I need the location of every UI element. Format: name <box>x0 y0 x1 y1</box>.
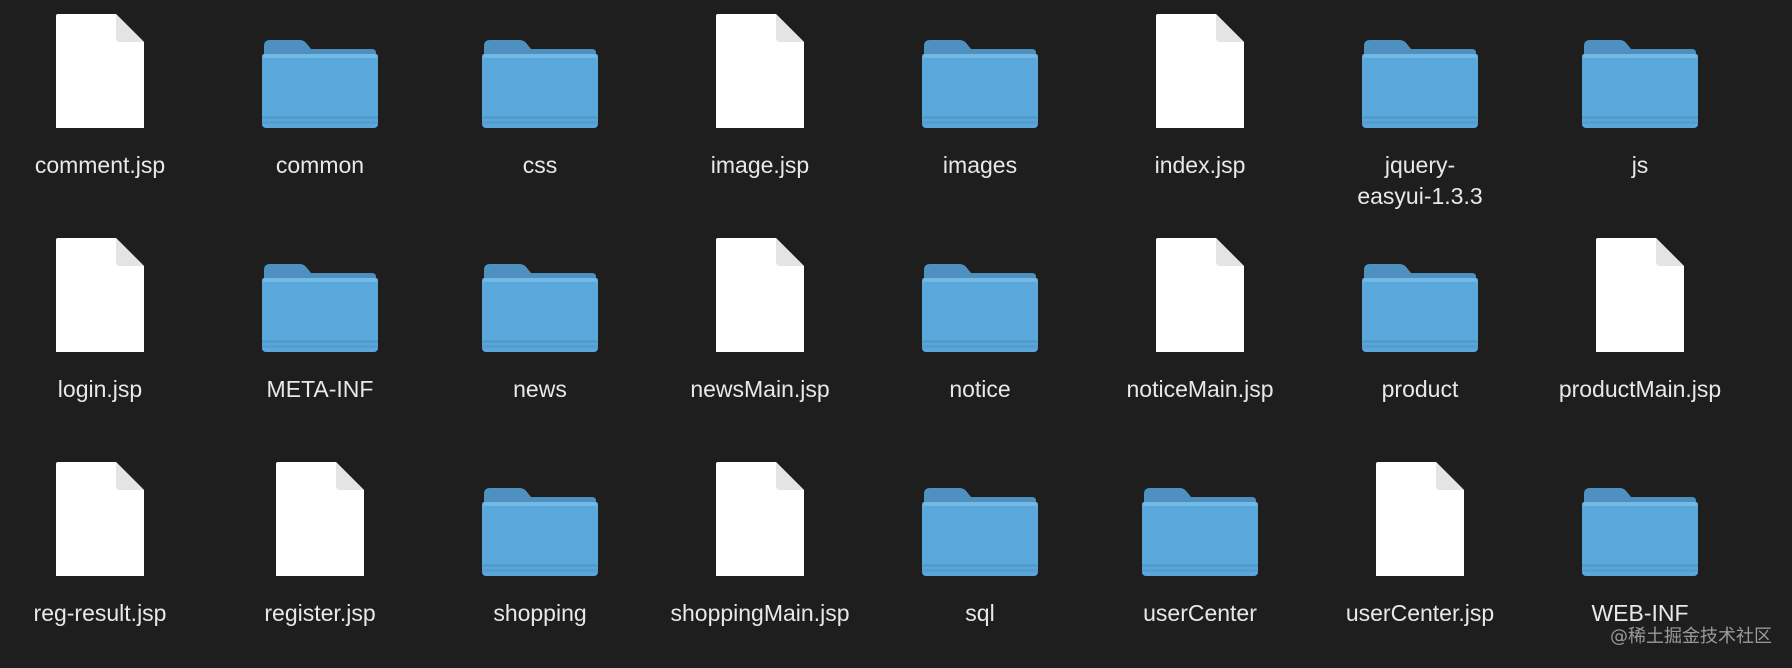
folder-icon <box>440 448 640 578</box>
folder-icon <box>1540 448 1740 578</box>
folder-item[interactable]: css <box>440 0 640 181</box>
item-label: index.jsp <box>1154 152 1246 178</box>
folder-item[interactable]: shopping <box>440 448 640 629</box>
folder-icon <box>1100 448 1300 578</box>
item-label: META-INF <box>266 376 374 402</box>
item-label: jquery- easyui-1.3.3 <box>1357 152 1483 209</box>
folder-icon <box>880 448 1080 578</box>
document-icon <box>1540 224 1740 354</box>
folder-icon <box>440 0 640 130</box>
folder-icon <box>1540 0 1740 130</box>
folder-item[interactable]: jquery- easyui-1.3.3 <box>1320 0 1520 212</box>
item-label: newsMain.jsp <box>690 376 830 402</box>
file-item[interactable]: register.jsp <box>220 448 420 629</box>
document-icon <box>660 224 860 354</box>
folder-icon <box>440 224 640 354</box>
item-label: news <box>513 376 567 402</box>
folder-item[interactable]: WEB-INF <box>1540 448 1740 629</box>
document-icon <box>220 448 420 578</box>
finder-icon-grid: comment.jsp common css image.jsp images … <box>0 0 1792 668</box>
file-item[interactable]: login.jsp <box>0 224 200 405</box>
folder-item[interactable]: userCenter <box>1100 448 1300 629</box>
document-icon <box>660 0 860 130</box>
file-item[interactable]: index.jsp <box>1100 0 1300 181</box>
document-icon <box>1100 224 1300 354</box>
folder-item[interactable]: images <box>880 0 1080 181</box>
folder-icon <box>220 0 420 130</box>
document-icon <box>0 0 200 130</box>
document-icon <box>0 448 200 578</box>
folder-item[interactable]: sql <box>880 448 1080 629</box>
document-icon <box>660 448 860 578</box>
document-icon <box>1100 0 1300 130</box>
file-item[interactable]: shoppingMain.jsp <box>660 448 860 629</box>
watermark-text: @稀土掘金技术社区 <box>1610 626 1772 647</box>
file-item[interactable]: image.jsp <box>660 0 860 181</box>
item-label: images <box>942 152 1018 178</box>
item-label: common <box>275 152 365 178</box>
folder-icon <box>880 0 1080 130</box>
item-label: css <box>522 152 558 178</box>
item-label: userCenter <box>1143 600 1257 626</box>
folder-item[interactable]: news <box>440 224 640 405</box>
item-label: notice <box>949 376 1011 402</box>
file-item[interactable]: comment.jsp <box>0 0 200 181</box>
file-item[interactable]: noticeMain.jsp <box>1100 224 1300 405</box>
folder-icon <box>1320 224 1520 354</box>
item-label: userCenter.jsp <box>1345 600 1495 626</box>
folder-item[interactable]: js <box>1540 0 1740 181</box>
document-icon <box>0 224 200 354</box>
folder-icon <box>880 224 1080 354</box>
item-label: sql <box>965 600 995 626</box>
file-item[interactable]: reg-result.jsp <box>0 448 200 629</box>
folder-item[interactable]: META-INF <box>220 224 420 405</box>
item-label: register.jsp <box>264 600 376 626</box>
item-label: product <box>1381 376 1459 402</box>
document-icon <box>1320 448 1520 578</box>
file-item[interactable]: productMain.jsp <box>1540 224 1740 405</box>
item-label: productMain.jsp <box>1558 376 1722 402</box>
item-label: js <box>1631 152 1649 178</box>
item-label: shopping <box>493 600 587 626</box>
file-item[interactable]: userCenter.jsp <box>1320 448 1520 629</box>
folder-icon <box>1320 0 1520 130</box>
folder-item[interactable]: notice <box>880 224 1080 405</box>
folder-item[interactable]: common <box>220 0 420 181</box>
item-label: reg-result.jsp <box>33 600 167 626</box>
folder-item[interactable]: product <box>1320 224 1520 405</box>
folder-icon <box>220 224 420 354</box>
item-label: shoppingMain.jsp <box>670 600 850 626</box>
item-label: image.jsp <box>710 152 810 178</box>
item-label: noticeMain.jsp <box>1126 376 1274 402</box>
item-label: comment.jsp <box>34 152 166 178</box>
item-label: login.jsp <box>57 376 143 402</box>
file-item[interactable]: newsMain.jsp <box>660 224 860 405</box>
